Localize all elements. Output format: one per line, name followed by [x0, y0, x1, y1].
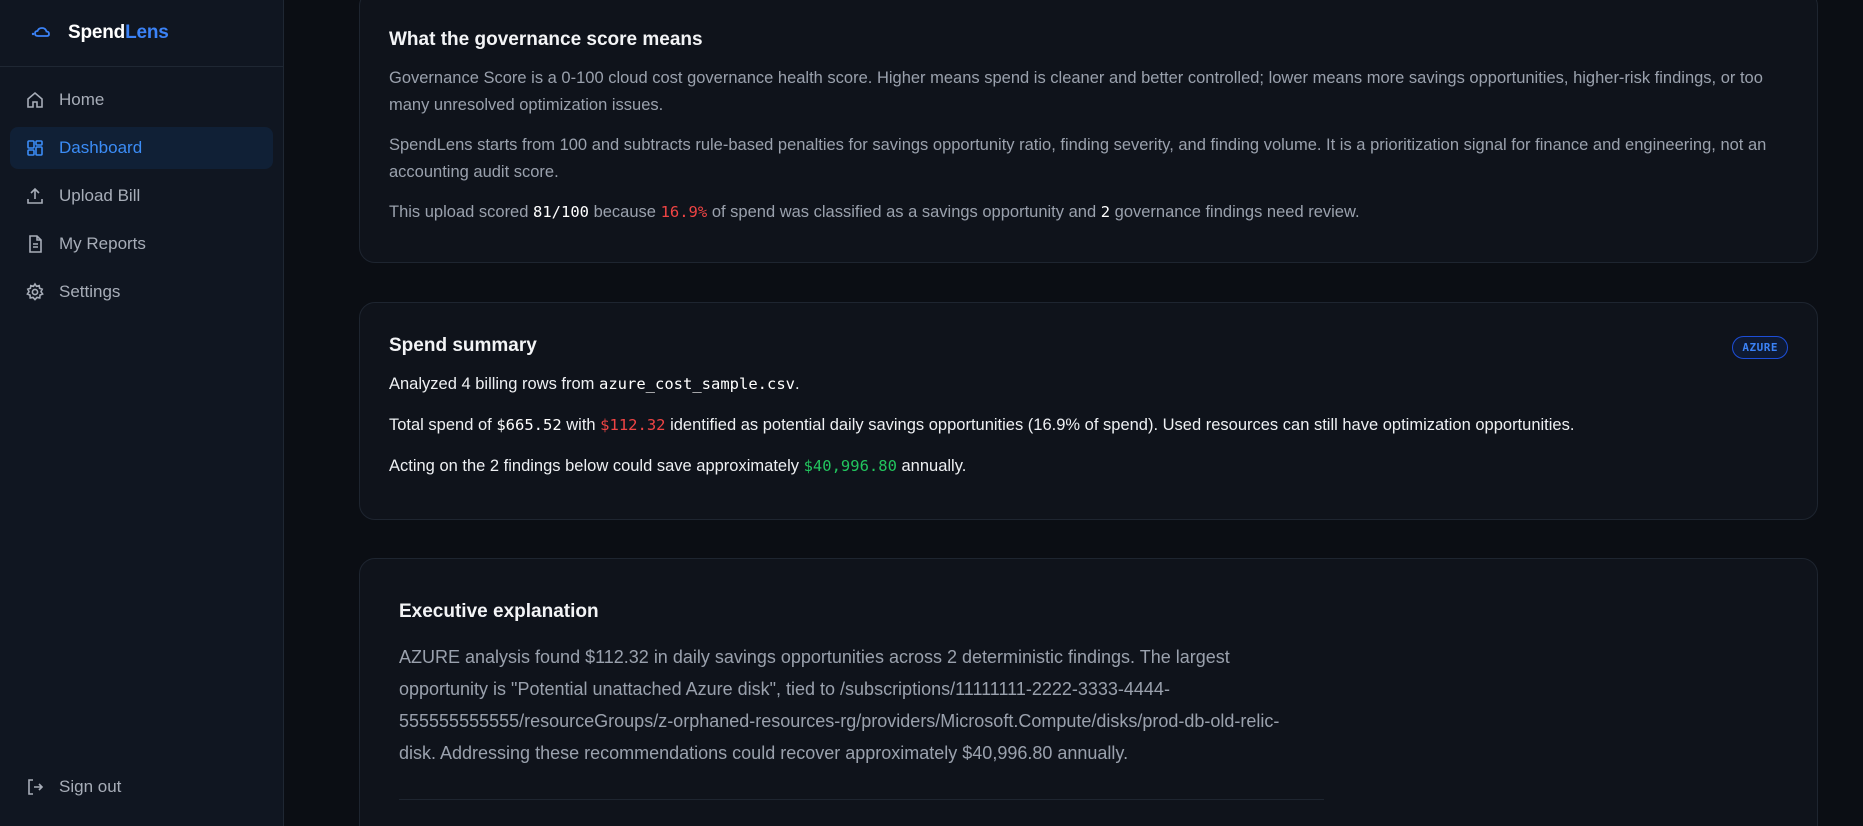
main-content[interactable]: What the governance score means Governan…	[284, 0, 1863, 826]
governance-description: Governance Score is a 0-100 cloud cost g…	[389, 69, 1763, 114]
sign-out-button[interactable]: Sign out	[10, 766, 273, 808]
annual-savings-line: Acting on the 2 findings below could sav…	[389, 457, 967, 475]
spend-summary-title: Spend summary	[389, 335, 537, 356]
executive-text: AZURE analysis found $112.32 in daily sa…	[399, 647, 1280, 763]
sidebar-item-dashboard[interactable]: Dashboard	[10, 127, 273, 169]
report-icon	[25, 234, 45, 254]
sidebar-item-my-reports[interactable]: My Reports	[10, 223, 273, 265]
annual-savings: $40,996.80	[803, 457, 897, 475]
upload-icon	[25, 186, 45, 206]
total-spend: $665.52	[496, 416, 562, 434]
rows-analyzed: Analyzed 4 billing rows from azure_cost_…	[389, 375, 800, 393]
governance-result: This upload scored 81/100 because 16.9% …	[389, 203, 1360, 221]
sign-out-icon	[25, 777, 45, 797]
savings-percent: 16.9%	[660, 203, 708, 221]
sidebar-item-label: Home	[59, 90, 105, 109]
home-icon	[25, 90, 45, 110]
file-name: azure_cost_sample.csv	[599, 375, 795, 393]
sidebar-item-home[interactable]: Home	[10, 79, 273, 121]
sidebar-item-label: Settings	[59, 282, 121, 301]
sidebar-item-label: Dashboard	[59, 138, 143, 157]
sidebar-item-settings[interactable]: Settings	[10, 271, 273, 313]
cloud-logo-icon	[30, 23, 56, 43]
governance-title: What the governance score means	[389, 29, 703, 50]
sidebar-item-label: My Reports	[59, 234, 146, 253]
gear-icon	[25, 282, 45, 302]
executive-explanation-card: Executive explanation AZURE analysis fou…	[359, 558, 1818, 826]
brand[interactable]: SpendLens	[0, 0, 283, 67]
sidebar: SpendLens Home Dashboard Upload Bill My …	[0, 0, 284, 826]
divider	[399, 799, 1324, 800]
governance-methodology: SpendLens starts from 100 and subtracts …	[389, 136, 1767, 181]
total-spend-line: Total spend of $665.52 with $112.32 iden…	[389, 416, 1575, 434]
executive-title: Executive explanation	[399, 601, 599, 622]
governance-score-card: What the governance score means Governan…	[359, 0, 1818, 263]
findings-count: 2	[1100, 203, 1111, 221]
sidebar-item-label: Upload Bill	[59, 186, 141, 205]
score-value: 81/100	[533, 203, 589, 221]
provider-badge: AZURE	[1732, 336, 1788, 359]
brand-name: SpendLens	[68, 22, 169, 43]
spend-summary-card: Spend summary AZURE Analyzed 4 billing r…	[359, 302, 1818, 520]
sign-out-label: Sign out	[59, 777, 122, 796]
daily-savings: $112.32	[600, 416, 666, 434]
sidebar-item-upload-bill[interactable]: Upload Bill	[10, 175, 273, 217]
sidebar-nav: Home Dashboard Upload Bill My Reports Se…	[0, 67, 283, 313]
dashboard-icon	[25, 138, 45, 158]
